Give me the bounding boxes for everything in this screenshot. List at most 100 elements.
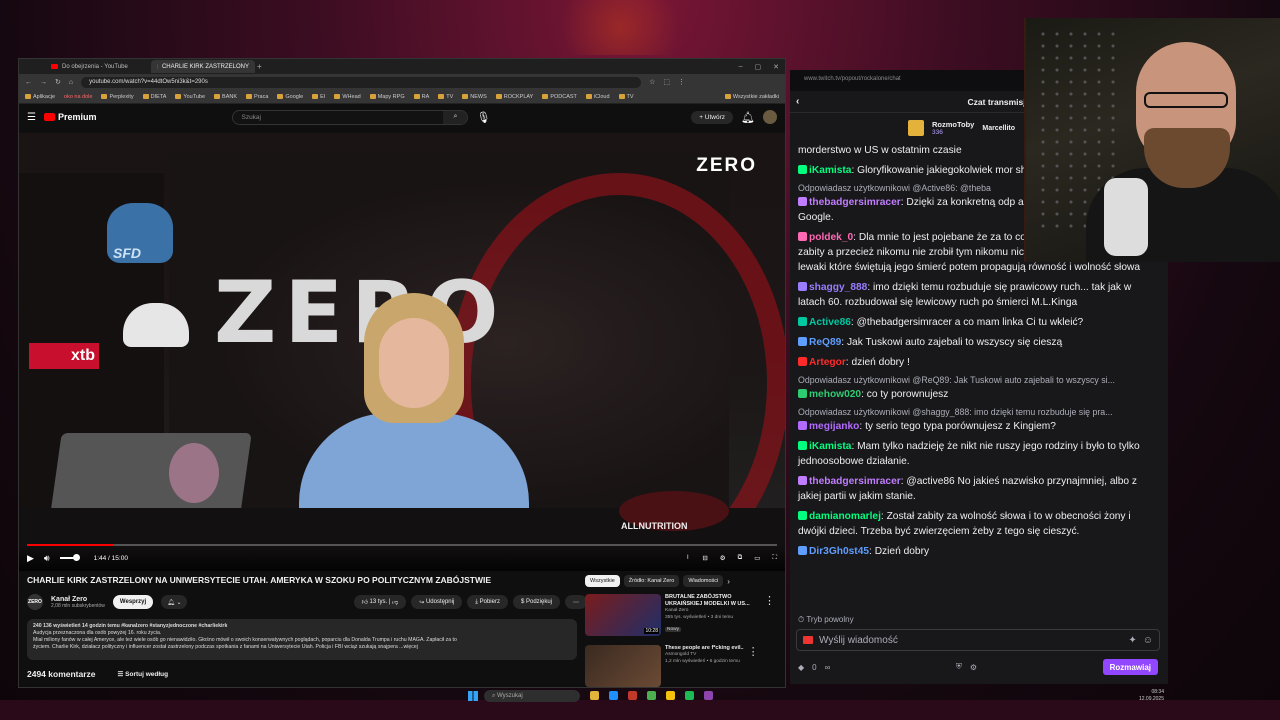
channel-avatar[interactable]: ZERO	[27, 594, 43, 610]
file-explorer-icon[interactable]	[590, 691, 599, 700]
chip-news[interactable]: Wiadomości	[683, 575, 724, 587]
taskbar-search[interactable]: ⌕ Wyszukaj	[484, 690, 580, 702]
spotify-icon[interactable]	[685, 691, 694, 700]
minimize-icon[interactable]: –	[739, 63, 743, 71]
forward-icon[interactable]: →	[40, 79, 47, 86]
hamburger-menu-icon[interactable]: ☰	[27, 112, 36, 123]
more-options-icon[interactable]: ⋮	[748, 645, 759, 689]
top-gifter[interactable]: RozmoToby 336	[932, 120, 974, 136]
bookmark-item[interactable]: oko na dole	[64, 94, 92, 100]
bookmark-item[interactable]: PODCAST	[542, 94, 577, 100]
chrome-icon[interactable]	[647, 691, 656, 700]
recommended-video[interactable]: 10:28 BRUTALNE ZABÓJSTWO UKRAIŃSKIEJ MOD…	[585, 594, 775, 638]
bookmark-item[interactable]: DIETA	[142, 94, 166, 100]
system-tray[interactable]: 08:34 12.09.2025	[1139, 689, 1164, 703]
bookmark-item[interactable]: Perplexity	[101, 94, 134, 100]
recommended-title[interactable]: These people are f*cking evil..	[665, 645, 744, 652]
volume-icon[interactable]: 🔊︎	[44, 553, 50, 564]
like-button[interactable]: 👍︎ 13 tys. | 👎︎	[353, 595, 407, 609]
sort-comments-button[interactable]: ☰ Sortuj według	[118, 670, 169, 678]
microphone-icon[interactable]: 🎙︎	[476, 111, 490, 124]
home-icon[interactable]: ⌂	[69, 79, 73, 86]
bookmark-item[interactable]: Aplikacje	[25, 94, 55, 100]
chat-send-button[interactable]: Rozmawiaj	[1102, 659, 1158, 675]
subscription-bell-button[interactable]: 🔔︎ ⌄	[161, 595, 188, 609]
recommended-title[interactable]: BRUTALNE ZABÓJSTWO UKRAIŃSKIEJ MODELKI W…	[665, 594, 760, 608]
bits-icon[interactable]: ✦	[1128, 635, 1136, 646]
chat-input[interactable]: Wyślij wiadomość ✦ ☺	[796, 629, 1160, 651]
bookmark-item[interactable]: YouTube	[175, 94, 205, 100]
windows-start-icon[interactable]	[468, 691, 478, 701]
channel-points-icon[interactable]: ◆	[798, 663, 804, 672]
bookmark-item[interactable]: TV	[618, 94, 634, 100]
collapse-chat-icon[interactable]: ‹	[796, 96, 799, 107]
recommended-video[interactable]: These people are f*cking evil.. Asmongol…	[585, 645, 775, 689]
tab-current-video[interactable]: CHARLIE KIRK ZASTRZELONY	[151, 60, 255, 73]
bookmark-item[interactable]: Praca	[246, 94, 268, 100]
chat-username[interactable]: megijanko	[809, 421, 859, 432]
second-gifter[interactable]: Marcellito	[982, 125, 1015, 132]
back-icon[interactable]: ←	[25, 79, 32, 86]
chat-username[interactable]: Dir3Gh0st45	[809, 546, 869, 557]
video-description[interactable]: 240 136 wyświetleń 14 godzin temu #kanal…	[27, 619, 577, 660]
play-icon[interactable]: ▶	[27, 553, 34, 564]
more-actions-button[interactable]: ⋯	[565, 595, 587, 609]
edge-icon[interactable]	[609, 691, 618, 700]
chat-username[interactable]: thebadgersimracer	[809, 197, 901, 208]
chip-all[interactable]: Wszystkie	[585, 575, 620, 587]
search-input[interactable]: Szukaj ⌕	[232, 109, 469, 125]
more-options-icon[interactable]: ⋮	[764, 594, 775, 638]
join-button[interactable]: Wesprzyj	[112, 595, 154, 609]
shield-icon[interactable]: ⛨	[956, 662, 962, 672]
search-icon[interactable]: ⌕	[443, 110, 468, 124]
chat-username[interactable]: shaggy_888	[809, 282, 867, 293]
subtitles-icon[interactable]: ⊟	[702, 554, 707, 562]
chat-username[interactable]: poldek_0	[809, 232, 853, 243]
bookmark-item[interactable]: RA	[413, 94, 429, 100]
chat-username[interactable]: Active86	[809, 317, 851, 328]
chat-username[interactable]: ReQ89	[809, 337, 841, 348]
bookmark-item[interactable]: EI	[312, 94, 325, 100]
url-field[interactable]: youtube.com/watch?v=44dtOw5ni3k&t=290s	[81, 76, 642, 88]
download-button[interactable]: ⤓ Pobierz	[467, 595, 508, 609]
chevron-right-icon[interactable]: ›	[727, 577, 730, 586]
autoplay-toggle[interactable]: ⏽	[685, 554, 690, 562]
volume-slider[interactable]	[59, 554, 80, 561]
new-tab-icon[interactable]: +	[257, 62, 262, 71]
create-button[interactable]: + Utwórz	[691, 110, 734, 124]
youtube-premium-logo[interactable]: Premium	[43, 112, 96, 122]
all-bookmarks[interactable]: Wszystkie zakładki	[724, 94, 779, 100]
chip-source[interactable]: Źródło: Kanał Zero	[623, 575, 680, 587]
bookmark-item[interactable]: WHead	[334, 94, 361, 100]
user-avatar[interactable]	[763, 110, 777, 124]
thanks-button[interactable]: $ Podziękuj	[512, 595, 560, 609]
channel-name[interactable]: Kanał Zero	[51, 596, 105, 603]
chat-username[interactable]: thebadgersimracer	[809, 476, 901, 487]
obs-icon[interactable]	[704, 691, 713, 700]
miniplayer-icon[interactable]: ⧉	[738, 554, 743, 562]
notifications-bell-icon[interactable]: 🔔︎	[741, 111, 755, 124]
video-player[interactable]: ZERO ZERO SFD xtb ALLNUTRITION ▶ 🔊︎ 1:44…	[19, 133, 785, 571]
chat-username[interactable]: Artegor	[809, 357, 846, 368]
bookmark-item[interactable]: Google	[277, 94, 303, 100]
video-thumbnail[interactable]	[585, 645, 661, 687]
bookmark-item[interactable]: Mapy RPG	[369, 94, 405, 100]
bookmark-item[interactable]: ROCKPLAY	[495, 94, 533, 100]
opera-icon[interactable]	[628, 691, 637, 700]
chat-username[interactable]: iKamista	[809, 441, 851, 452]
emote-icon[interactable]: ☺	[1143, 635, 1153, 646]
tab-watch-later[interactable]: Do obejrzenia - YouTube	[45, 60, 149, 73]
fullscreen-icon[interactable]: ⛶	[772, 554, 777, 562]
chat-settings-icon[interactable]: ⚙	[970, 663, 977, 672]
menu-dots-icon[interactable]: ⋮	[678, 78, 685, 86]
bookmark-item[interactable]: iCloud	[585, 94, 610, 100]
notes-icon[interactable]	[666, 691, 675, 700]
reload-icon[interactable]: ↻	[55, 78, 61, 86]
maximize-icon[interactable]: ▢	[755, 63, 762, 71]
chat-username[interactable]: damianomarlej	[809, 511, 881, 522]
bookmark-item[interactable]: TV	[438, 94, 453, 100]
chat-username[interactable]: iKamista	[809, 165, 851, 176]
theater-mode-icon[interactable]: ▭	[754, 554, 760, 562]
star-icon[interactable]: ☆	[649, 78, 655, 86]
bookmark-item[interactable]: NEWS	[462, 94, 487, 100]
